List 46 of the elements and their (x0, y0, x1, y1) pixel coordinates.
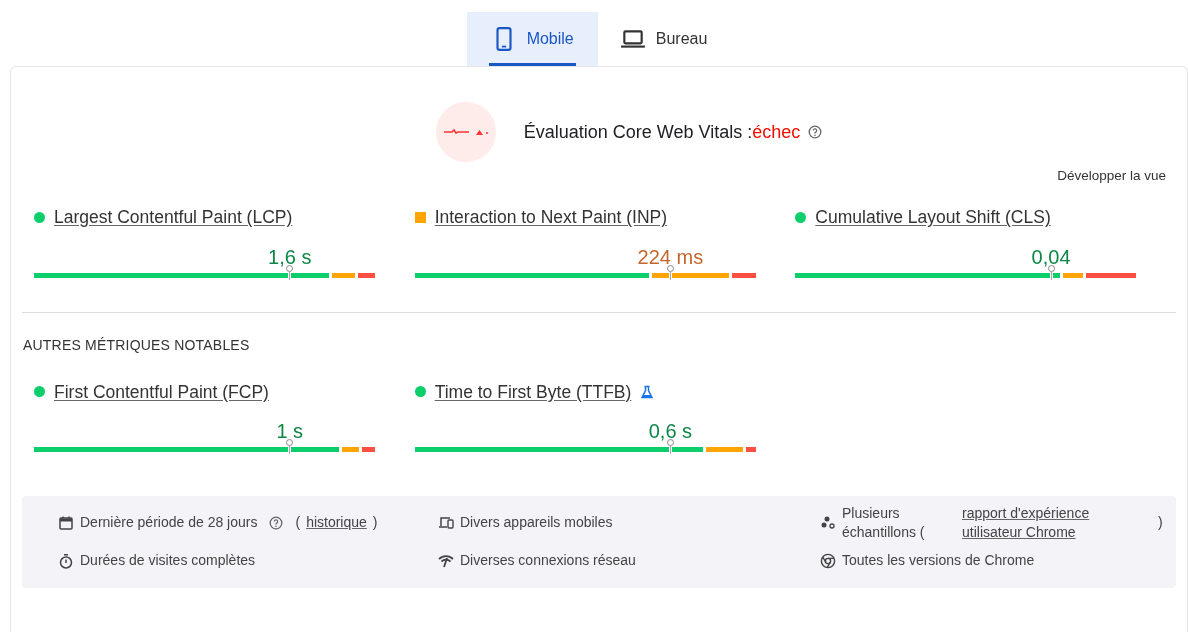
metric-link[interactable]: Cumulative Layout Shift (CLS) (815, 204, 1051, 231)
device-tab[interactable]: Bureau (597, 12, 730, 66)
distribution-segment (1086, 272, 1137, 278)
help-icon[interactable] (269, 515, 284, 530)
footer-text: ) (1158, 513, 1163, 533)
section-heading: AUTRES MÉTRIQUES NOTABLES (23, 335, 251, 355)
status-square (414, 211, 426, 223)
footer-text: Dernière période de 28 jours (80, 513, 258, 533)
distribution-segment (1063, 272, 1084, 278)
footer-text: Plusieurs échantillons ( (842, 503, 926, 542)
signal-icon (438, 552, 454, 569)
footer-text: Toutes les versions de Chrome (842, 551, 1035, 571)
percentile-marker (285, 438, 294, 454)
stopwatch-icon (58, 552, 74, 569)
metric-value: 224 ms (637, 244, 704, 270)
devices-icon (438, 514, 454, 531)
distribution-segment (358, 272, 375, 278)
distribution-segment (705, 446, 743, 452)
distribution-segment (361, 446, 375, 452)
footer-link[interactable]: rapport d'expérience utilisateur Chrome (962, 503, 1132, 542)
distribution-segment (341, 446, 359, 452)
metric-link[interactable]: First Contentful Paint (FCP) (54, 378, 269, 405)
dots-icon (820, 514, 836, 531)
distribution-segment (745, 446, 756, 452)
metric-value: 1,6 s (268, 244, 312, 270)
percentile-marker (666, 264, 675, 280)
footer-text: Divers appareils mobiles (460, 513, 613, 533)
footer-text: ) (372, 513, 378, 533)
footer-text: ( (295, 513, 301, 533)
metric-value: 0,6 s (648, 418, 693, 444)
device-tab[interactable]: Mobile (466, 12, 598, 66)
footer-link[interactable]: historique (306, 512, 367, 534)
chrome-icon (820, 552, 836, 569)
help-icon[interactable] (808, 125, 823, 139)
footer-text: Diverses connexions réseau (460, 551, 636, 571)
metric-value: 0,04 (1031, 244, 1071, 270)
footer-text: Durées de visites complètes (80, 551, 256, 571)
distribution-segment (331, 272, 356, 278)
calendar-icon (58, 514, 74, 531)
metric-link[interactable]: Time to First Byte (TTFB) (434, 378, 632, 405)
assessment-title: Évaluation Core Web Vitals :échec (523, 120, 801, 144)
metric-link[interactable]: Interaction to Next Paint (INP) (434, 204, 668, 231)
metric-value: 1 s (276, 418, 304, 444)
distribution-segment (732, 272, 756, 278)
metric-link[interactable]: Largest Contentful Paint (LCP) (54, 204, 293, 231)
expand-view-link[interactable]: Développer la vue (1057, 166, 1166, 187)
